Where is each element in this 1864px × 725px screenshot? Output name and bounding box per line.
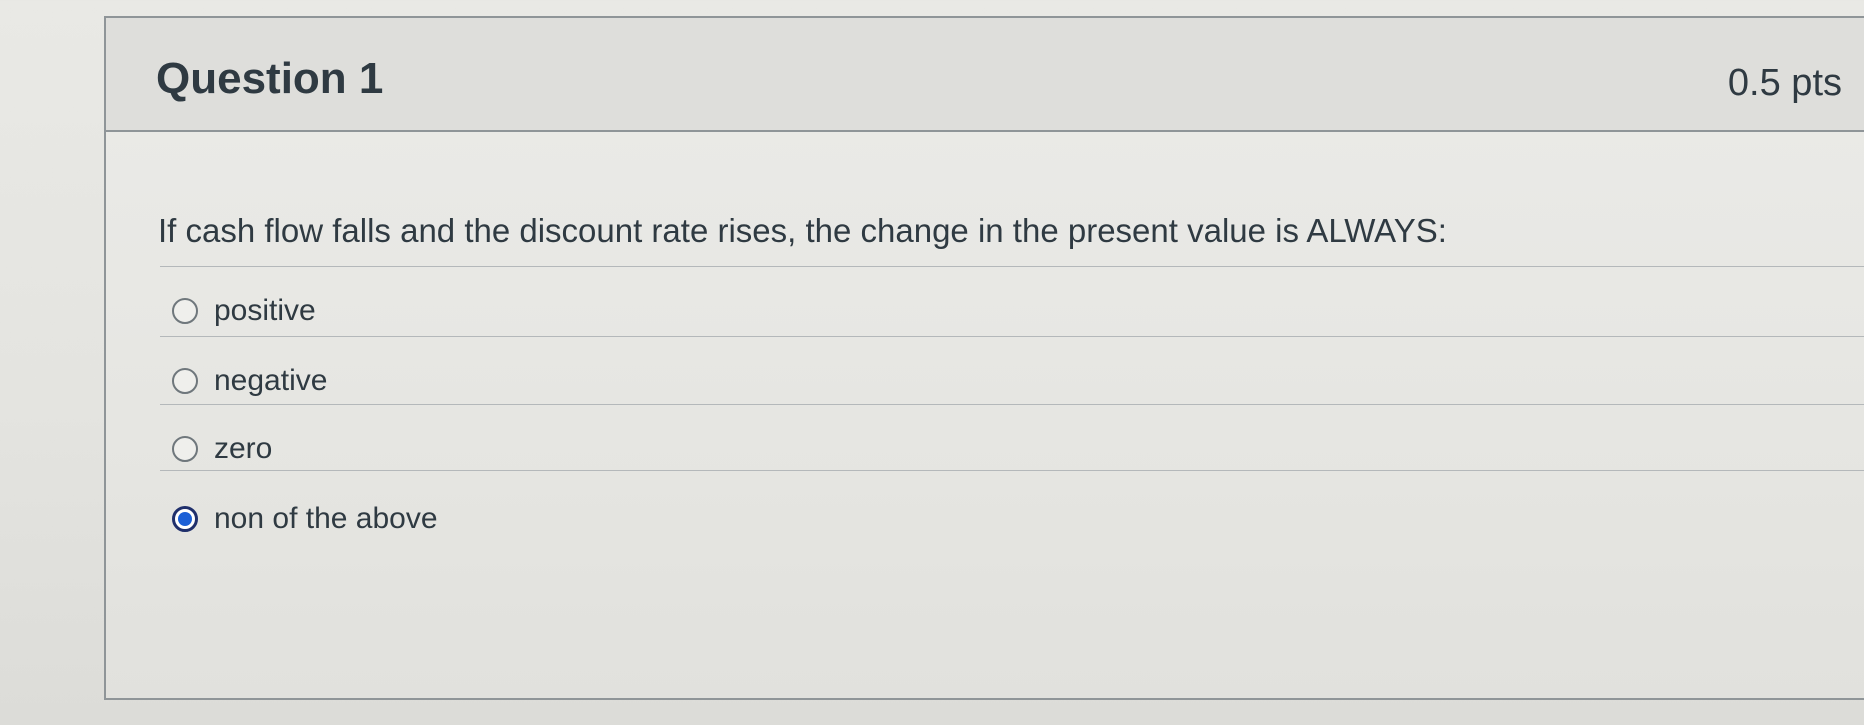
answer-label: zero — [214, 432, 273, 465]
question-text: If cash flow falls and the discount rate… — [158, 212, 1447, 249]
answer-option-zero[interactable]: zero — [172, 432, 272, 466]
answer-label: negative — [214, 364, 328, 397]
radio-button-selected[interactable] — [172, 506, 198, 532]
radio-button[interactable] — [172, 436, 198, 462]
divider — [160, 336, 1864, 337]
question-header: Question 1 0.5 pts — [106, 18, 1864, 132]
question-card: Question 1 0.5 pts If cash flow falls an… — [104, 16, 1864, 700]
answer-option-positive[interactable]: positive — [172, 294, 316, 328]
answer-option-negative[interactable]: negative — [172, 364, 327, 398]
answer-option-none-of-the-above[interactable]: non of the above — [172, 502, 438, 536]
divider — [160, 404, 1864, 405]
answer-label: positive — [214, 294, 316, 327]
radio-button[interactable] — [172, 298, 198, 324]
radio-button[interactable] — [172, 368, 198, 394]
answer-label: non of the above — [214, 502, 438, 535]
divider — [160, 470, 1864, 471]
divider — [160, 266, 1864, 267]
question-points: 0.5 pts — [1727, 62, 1842, 104]
question-title: Question 1 — [156, 54, 384, 103]
